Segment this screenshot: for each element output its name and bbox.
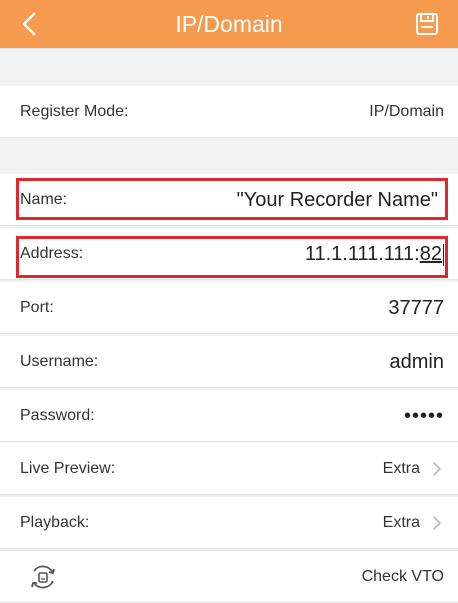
address-value: 11.1.111.111: bbox=[304, 243, 420, 265]
username-label: Username: bbox=[20, 353, 99, 370]
password-field[interactable]: ••••• bbox=[404, 390, 444, 442]
section-spacer bbox=[0, 138, 458, 174]
register-mode-label: Register Mode: bbox=[20, 103, 129, 120]
page-title: IP/Domain bbox=[175, 11, 283, 37]
address-label: Address: bbox=[20, 245, 84, 262]
text-caret bbox=[443, 243, 444, 266]
address-row[interactable]: Address: 11.1.111.111:82 bbox=[0, 228, 458, 280]
name-label: Name: bbox=[20, 191, 68, 208]
section-spacer bbox=[0, 48, 458, 87]
top-bar: IP/Domain bbox=[0, 0, 458, 48]
playback-label: Playback: bbox=[20, 514, 90, 531]
username-row[interactable]: Username: admin bbox=[0, 336, 458, 388]
register-mode-value: IP/Domain bbox=[369, 103, 444, 120]
name-field[interactable]: "Your Recorder Name" bbox=[237, 174, 438, 226]
chevron-right-icon bbox=[433, 462, 441, 476]
rotate-sync-icon bbox=[31, 565, 55, 589]
password-label: Password: bbox=[20, 407, 95, 424]
playback-value: Extra bbox=[382, 514, 420, 531]
chevron-right-icon bbox=[433, 516, 441, 530]
save-disk-icon bbox=[416, 13, 438, 35]
password-row[interactable]: Password: ••••• bbox=[0, 390, 458, 442]
playback-row[interactable]: Playback: Extra bbox=[0, 497, 458, 549]
register-mode-row[interactable]: Register Mode: IP/Domain bbox=[0, 86, 458, 138]
name-row[interactable]: Name: "Your Recorder Name" bbox=[0, 174, 458, 226]
address-port-value: 82 bbox=[419, 243, 442, 265]
live-preview-value: Extra bbox=[382, 460, 420, 477]
port-label: Port: bbox=[20, 299, 54, 316]
live-preview-row[interactable]: Live Preview: Extra bbox=[0, 443, 458, 495]
save-button[interactable] bbox=[412, 9, 442, 39]
address-field[interactable]: 11.1.111.111:82 bbox=[305, 228, 444, 280]
username-field[interactable]: admin bbox=[390, 336, 444, 388]
check-vto-button[interactable]: Check VTO bbox=[362, 551, 444, 603]
sync-button[interactable] bbox=[26, 561, 60, 593]
port-field[interactable]: 37777 bbox=[388, 282, 444, 334]
live-preview-label: Live Preview: bbox=[20, 460, 116, 477]
bottom-bar: Check VTO bbox=[0, 550, 458, 601]
port-row[interactable]: Port: 37777 bbox=[0, 282, 458, 334]
